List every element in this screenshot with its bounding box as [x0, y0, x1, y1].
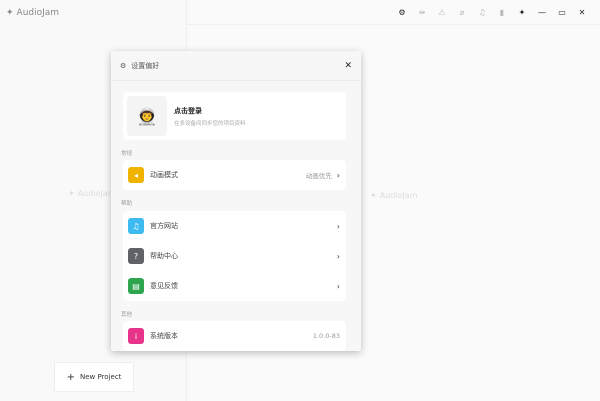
pin-icon[interactable]: ✦	[512, 8, 532, 17]
new-project-button[interactable]: + New Project	[54, 362, 134, 392]
settings-dialog: ⚙ 设置偏好 ✕ 👨‍🚀 点击登录 在多设备间同步您的项目资料 常规 ◂ 动画模式 动画优…	[111, 51, 361, 351]
waveform-icon: ✦	[6, 8, 14, 18]
section-label: 帮助	[121, 201, 133, 207]
animation-icon: ◂	[128, 167, 144, 183]
attachment-icon[interactable]: ⌀	[452, 8, 472, 17]
feedback-icon: ▤	[128, 278, 144, 294]
gear-icon: ⚙	[120, 61, 127, 70]
close-icon[interactable]: ✕	[572, 8, 592, 17]
help-center-item[interactable]: ? 帮助中心 ›	[123, 241, 346, 271]
waveform-icon: ✦	[370, 191, 377, 200]
music-note-icon: ♫	[128, 218, 144, 234]
section-label: 其他	[121, 312, 133, 318]
maximize-icon[interactable]: ▭	[552, 8, 572, 17]
general-card: ◂ 动画模式 动画优先 ›	[123, 160, 346, 190]
chevron-right-icon: ›	[336, 221, 340, 231]
official-website-item[interactable]: ♫ 官方网站 ›	[123, 211, 346, 241]
watermark: ✦ AudioJam	[370, 191, 418, 200]
plus-icon: +	[66, 371, 75, 383]
feedback-item[interactable]: ▤ 意见反馈 ›	[123, 271, 346, 301]
waveform-icon: ✦	[68, 189, 75, 198]
close-dialog-button[interactable]: ✕	[344, 61, 352, 71]
chevron-right-icon: ›	[336, 281, 340, 291]
swap-icon[interactable]: ⇹	[412, 8, 432, 17]
watermark: ✦ AudioJam	[68, 189, 116, 198]
other-card: i 系统版本 1.0.0-83	[123, 321, 346, 351]
gear-icon[interactable]: ⚙	[392, 8, 412, 17]
login-card[interactable]: 👨‍🚀 点击登录 在多设备间同步您的项目资料	[123, 92, 346, 140]
warning-icon[interactable]: ⚠	[432, 8, 452, 17]
music-icon[interactable]: ♫	[472, 8, 492, 17]
info-icon: i	[128, 328, 144, 344]
section-label: 常规	[121, 151, 133, 157]
app-logo: ✦ AudioJam	[6, 8, 60, 18]
help-card: ♫ 官方网站 › ? 帮助中心 › ▤ 意见反馈 ›	[123, 211, 346, 301]
dialog-title: 设置偏好	[131, 61, 160, 70]
question-icon: ?	[128, 248, 144, 264]
bookmark-icon[interactable]: ▮	[492, 8, 512, 17]
minimize-icon[interactable]: —	[532, 8, 552, 17]
chevron-right-icon: ›	[336, 170, 340, 180]
system-version-item: i 系统版本 1.0.0-83	[123, 321, 346, 351]
animation-mode-item[interactable]: ◂ 动画模式 动画优先 ›	[123, 160, 346, 190]
chevron-right-icon: ›	[336, 251, 340, 261]
astronaut-avatar-icon: 👨‍🚀	[127, 96, 167, 136]
titlebar: ⚙ ⇹ ⚠ ⌀ ♫ ▮ ✦ — ▭ ✕	[187, 0, 600, 25]
